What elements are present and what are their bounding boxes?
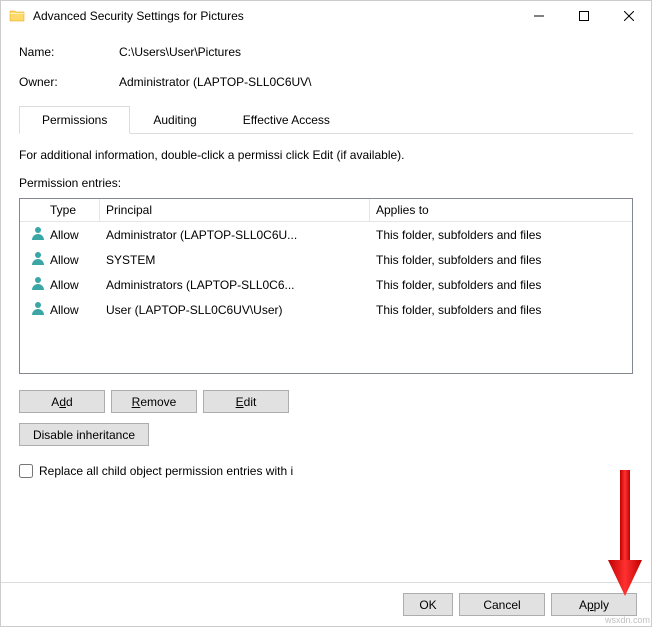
tab-permissions[interactable]: Permissions (19, 106, 130, 134)
content-area: Name: C:\Users\User\Pictures Owner: Admi… (1, 31, 651, 582)
cell-applies: This folder, subfolders and files (370, 252, 632, 268)
cell-applies: This folder, subfolders and files (370, 302, 632, 318)
add-button[interactable]: Add (19, 390, 105, 413)
titlebar: Advanced Security Settings for Pictures (1, 1, 651, 31)
user-icon (20, 299, 44, 320)
folder-icon (9, 8, 25, 24)
cell-principal: Administrators (LAPTOP-SLL0C6... (100, 277, 370, 293)
name-value: C:\Users\User\Pictures (119, 45, 241, 59)
ok-button[interactable]: OK (403, 593, 453, 616)
owner-label: Owner: (19, 75, 119, 89)
remove-button[interactable]: Remove (111, 390, 197, 413)
cell-type: Allow (44, 227, 100, 243)
edit-button[interactable]: Edit (203, 390, 289, 413)
close-button[interactable] (606, 1, 651, 31)
info-text: For additional information, double-click… (19, 148, 633, 162)
table-row[interactable]: Allow SYSTEM This folder, subfolders and… (20, 247, 632, 272)
table-header: Type Principal Applies to (20, 199, 632, 222)
column-principal[interactable]: Principal (100, 199, 370, 221)
owner-value: Administrator (LAPTOP-SLL0C6UV\ (119, 75, 312, 89)
cell-type: Allow (44, 277, 100, 293)
dialog-footer: OK Cancel Apply (1, 582, 651, 626)
cell-principal: Administrator (LAPTOP-SLL0C6U... (100, 227, 370, 243)
tab-effective-access[interactable]: Effective Access (220, 106, 353, 134)
window-controls (516, 1, 651, 31)
cell-type: Allow (44, 252, 100, 268)
tabs: Permissions Auditing Effective Access (19, 105, 633, 134)
minimize-button[interactable] (516, 1, 561, 31)
name-label: Name: (19, 45, 119, 59)
replace-child-label: Replace all child object permission entr… (39, 464, 293, 478)
watermark: wsxdn.com (605, 615, 650, 625)
column-type[interactable]: Type (44, 199, 100, 221)
permission-entries-table[interactable]: Type Principal Applies to Allow Administ… (19, 198, 633, 374)
column-icon[interactable] (20, 199, 44, 221)
entry-buttons: Add Remove Edit (19, 390, 633, 413)
cell-principal: User (LAPTOP-SLL0C6UV\User) (100, 302, 370, 318)
table-row[interactable]: Allow User (LAPTOP-SLL0C6UV\User) This f… (20, 297, 632, 322)
cell-applies: This folder, subfolders and files (370, 227, 632, 243)
maximize-button[interactable] (561, 1, 606, 31)
cell-type: Allow (44, 302, 100, 318)
user-icon (20, 274, 44, 295)
cell-principal: SYSTEM (100, 252, 370, 268)
window-title: Advanced Security Settings for Pictures (33, 9, 516, 23)
table-row[interactable]: Allow Administrators (LAPTOP-SLL0C6... T… (20, 272, 632, 297)
apply-button[interactable]: Apply (551, 593, 637, 616)
replace-child-row: Replace all child object permission entr… (19, 464, 633, 478)
tab-auditing[interactable]: Auditing (130, 106, 219, 134)
column-applies-to[interactable]: Applies to (370, 199, 632, 221)
cell-applies: This folder, subfolders and files (370, 277, 632, 293)
disable-inheritance-button[interactable]: Disable inheritance (19, 423, 149, 446)
cancel-button[interactable]: Cancel (459, 593, 545, 616)
table-row[interactable]: Allow Administrator (LAPTOP-SLL0C6U... T… (20, 222, 632, 247)
permission-entries-label: Permission entries: (19, 176, 633, 190)
user-icon (20, 249, 44, 270)
replace-child-checkbox[interactable] (19, 464, 33, 478)
user-icon (20, 224, 44, 245)
advanced-security-window: Advanced Security Settings for Pictures … (0, 0, 652, 627)
